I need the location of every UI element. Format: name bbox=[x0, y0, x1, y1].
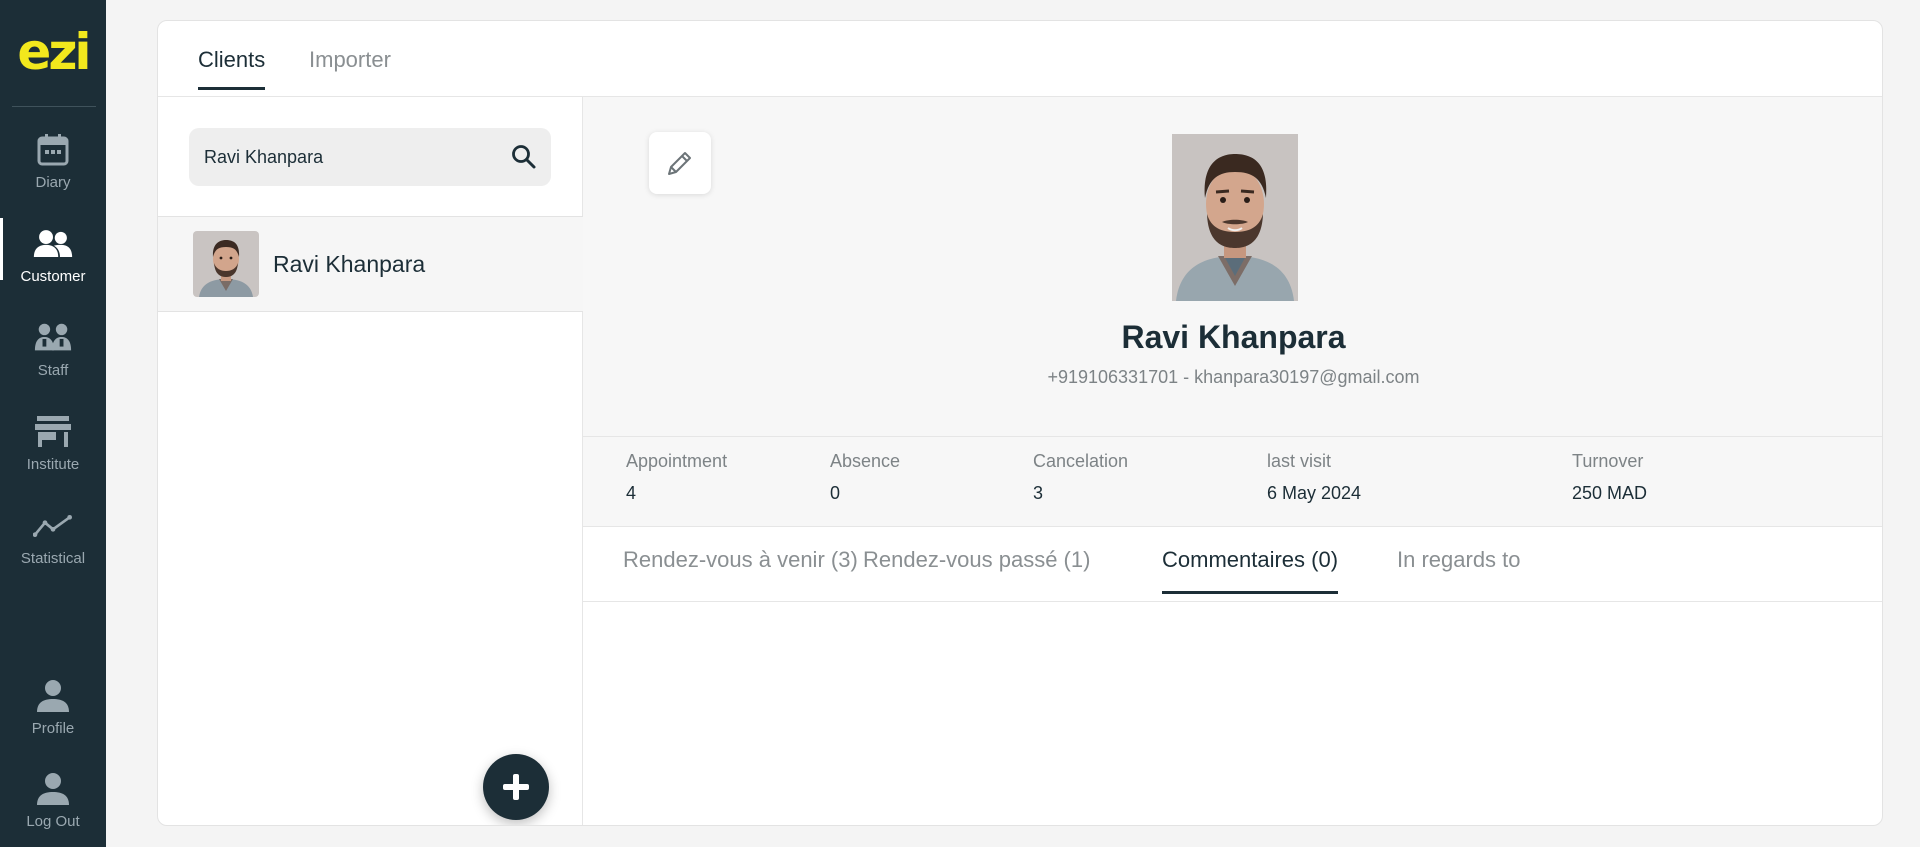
tab-past-appointments[interactable]: Rendez-vous passé (1) bbox=[863, 547, 1090, 591]
client-name: Ravi Khanpara bbox=[273, 251, 426, 277]
sidebar: ezi Diary Customer Staff Institute Stati… bbox=[0, 0, 106, 847]
stat-label: Turnover bbox=[1572, 451, 1644, 471]
calendar-icon bbox=[33, 130, 73, 170]
search-box bbox=[189, 128, 551, 186]
sidebar-item-label: Customer bbox=[20, 268, 86, 285]
detail-tab-bar: Rendez-vous à venir (3) Rendez-vous pass… bbox=[583, 527, 1882, 602]
sidebar-item-label: Log Out bbox=[26, 813, 80, 830]
stat-turnover: Turnover 250 MAD bbox=[1572, 451, 1647, 504]
search-input[interactable] bbox=[189, 128, 489, 186]
sidebar-item-staff[interactable]: Staff bbox=[0, 312, 106, 398]
sidebar-item-profile[interactable]: Profile bbox=[0, 670, 106, 756]
sidebar-item-label: Diary bbox=[35, 174, 71, 191]
client-stats: Appointment 4 Absence 0 Cancelation 3 la… bbox=[583, 437, 1882, 527]
user-icon bbox=[33, 676, 73, 716]
edit-button[interactable] bbox=[649, 132, 711, 194]
avatar bbox=[193, 231, 259, 297]
stat-absence: Absence 0 bbox=[830, 451, 900, 504]
stat-value: 4 bbox=[626, 483, 637, 503]
profile-photo bbox=[1172, 134, 1298, 301]
profile-header: Ravi Khanpara +919106331701 - khanpara30… bbox=[583, 97, 1882, 437]
stat-label: Appointment bbox=[626, 451, 728, 471]
sidebar-item-institute[interactable]: Institute bbox=[0, 406, 106, 492]
users-icon bbox=[33, 224, 73, 264]
stat-last-visit: last visit 6 May 2024 bbox=[1267, 451, 1361, 504]
sidebar-item-label: Staff bbox=[37, 362, 69, 379]
tab-in-regards-to[interactable]: In regards to bbox=[1397, 547, 1521, 591]
stat-value: 0 bbox=[830, 483, 841, 503]
staff-icon bbox=[33, 318, 73, 358]
stat-value: 250 MAD bbox=[1572, 483, 1648, 503]
tab-upcoming-appointments[interactable]: Rendez-vous à venir (3) bbox=[623, 547, 858, 591]
client-detail-panel: Ravi Khanpara +919106331701 - khanpara30… bbox=[583, 97, 1882, 825]
sidebar-divider bbox=[12, 106, 96, 107]
sidebar-item-customer[interactable]: Customer bbox=[0, 218, 106, 304]
pencil-icon bbox=[668, 152, 691, 175]
app-logo[interactable]: ezi bbox=[0, 22, 106, 82]
plus-icon bbox=[503, 774, 529, 800]
client-list-panel: Ravi Khanpara bbox=[158, 97, 583, 825]
add-client-button[interactable] bbox=[483, 754, 549, 820]
profile-name: Ravi Khanpara bbox=[1121, 319, 1346, 355]
chart-line-icon bbox=[33, 506, 73, 546]
stat-value: 6 May 2024 bbox=[1267, 483, 1362, 503]
stat-label: Cancelation bbox=[1033, 451, 1129, 471]
profile-contact: +919106331701 - khanpara30197@gmail.com bbox=[1047, 367, 1420, 387]
search-icon[interactable] bbox=[511, 144, 537, 170]
user-icon bbox=[33, 769, 73, 809]
tab-importer[interactable]: Importer bbox=[309, 47, 391, 87]
sidebar-item-diary[interactable]: Diary bbox=[0, 124, 106, 210]
tab-clients[interactable]: Clients bbox=[198, 47, 266, 90]
sidebar-item-statistical[interactable]: Statistical bbox=[0, 500, 106, 586]
store-icon bbox=[33, 412, 73, 452]
sidebar-item-label: Institute bbox=[26, 456, 80, 473]
sidebar-item-label: Profile bbox=[31, 720, 75, 737]
clients-card: Clients Importer Ravi Khanpara Ravi Khan… bbox=[157, 20, 1883, 826]
stat-label: Absence bbox=[830, 451, 901, 471]
tab-comments[interactable]: Commentaires (0) bbox=[1162, 547, 1339, 594]
stat-appointment: Appointment 4 bbox=[626, 451, 727, 504]
top-tab-bar: Clients Importer bbox=[158, 21, 1882, 97]
sidebar-item-label: Statistical bbox=[20, 550, 86, 567]
list-item[interactable]: Ravi Khanpara bbox=[158, 216, 583, 312]
sidebar-item-logout[interactable]: Log Out bbox=[0, 763, 106, 847]
stat-label: last visit bbox=[1267, 451, 1332, 471]
stat-value: 3 bbox=[1033, 483, 1044, 503]
stat-cancelation: Cancelation 3 bbox=[1033, 451, 1128, 504]
